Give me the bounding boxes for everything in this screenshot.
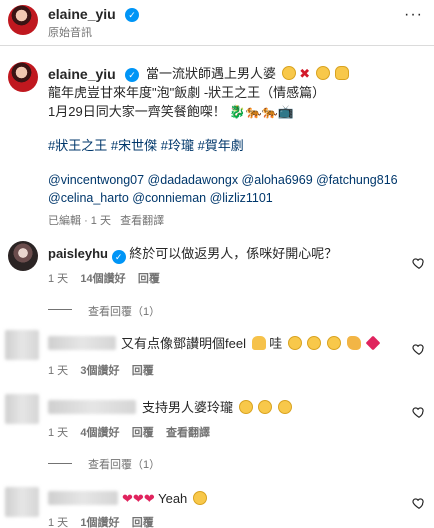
caption-line-3: 1月29日同大家一齊笑餐飽㗎！ 🐉🐅🐅📺 <box>48 102 294 121</box>
comment-likes[interactable]: 14個讚好 <box>80 273 125 285</box>
caption-avatar[interactable] <box>8 62 38 92</box>
clap-icon <box>346 336 361 350</box>
tv-emoji-icon: 📺 <box>277 104 295 119</box>
comment-likes[interactable]: 3個讚好 <box>80 365 119 377</box>
comment-1-meta: 1 天 14個讚好 回覆 <box>48 270 160 286</box>
comment-2-meta: 1 天 3個讚好 回覆 <box>48 362 154 378</box>
reply-button[interactable]: 回覆 <box>132 365 154 377</box>
comment-avatar[interactable] <box>8 241 38 271</box>
comment-likes[interactable]: 4個讚好 <box>80 427 119 439</box>
blurred-avatar <box>5 394 39 424</box>
translate-link[interactable]: 查看翻譯 <box>166 427 210 439</box>
caption-line-2: 龍年虎豈甘來年度"泡"飯劇 -狀王之王（情感篇） <box>48 85 326 100</box>
verified-badge-icon: ✓ <box>111 250 126 264</box>
comment-likes[interactable]: 1個讚好 <box>80 517 119 528</box>
meta-separator: · <box>84 215 88 227</box>
reply-button[interactable]: 回覆 <box>132 517 154 528</box>
caption-line-1-text: 當一流狀師遇上男人婆 <box>146 66 277 81</box>
dragon-emoji-icon: 🐉 <box>229 104 246 119</box>
like-heart-icon[interactable] <box>412 342 426 356</box>
like-heart-icon[interactable] <box>412 256 426 270</box>
heart-emoji-icon: ❤ <box>132 491 144 506</box>
caption-hashtags: #狀王之王 #宋世傑 #玲瓏 #賀年劇 <box>48 136 244 155</box>
verified-badge-icon: ✓ <box>125 8 139 22</box>
like-heart-icon[interactable] <box>412 405 426 419</box>
caption-username[interactable]: elaine_yiu <box>48 66 116 82</box>
comment-text: 又有点像鄧讃明個feel <box>121 336 246 351</box>
smiling-emoji-icon <box>192 491 207 505</box>
tiger-emoji-icon: 🐅 <box>245 104 262 119</box>
replies-line <box>48 463 72 464</box>
hashtag-link[interactable]: #賀年劇 <box>198 138 244 153</box>
more-options-icon[interactable]: ··· <box>404 6 423 24</box>
comment-time[interactable]: 1 天 <box>48 365 68 377</box>
reply-button[interactable]: 回覆 <box>138 273 160 285</box>
header-divider <box>0 45 434 46</box>
blurred-avatar <box>5 330 39 360</box>
view-replies-button[interactable]: 查看回覆（1） <box>88 456 160 472</box>
comment-text: 支持男人婆玲瓏 <box>142 400 234 415</box>
heart-emoji-icon <box>365 335 381 351</box>
hashtag-link[interactable]: #玲瓏 <box>161 138 194 153</box>
header-audio-subtitle[interactable]: 原始音訊 <box>48 24 92 40</box>
header-username[interactable]: elaine_yiu <box>48 6 116 22</box>
face-emoji-icon <box>307 336 322 350</box>
lightbulb-emoji-icon <box>335 66 350 80</box>
like-heart-icon[interactable] <box>412 496 426 510</box>
face-emoji-icon <box>315 66 330 80</box>
face-emoji-icon <box>287 336 302 350</box>
blurred-username <box>48 336 116 350</box>
comment-tail: 哇 <box>269 336 283 351</box>
comment-time[interactable]: 1 天 <box>48 273 68 285</box>
translate-link[interactable]: 查看翻譯 <box>120 215 164 227</box>
cross-mark-icon: ✖ <box>299 66 311 81</box>
laughing-emoji-icon <box>258 400 273 414</box>
reply-button[interactable]: 回覆 <box>132 427 154 439</box>
comment-4: ❤❤❤ Yeah <box>122 489 207 508</box>
heart-emoji-icon: ❤ <box>122 491 133 506</box>
comment-time[interactable]: 1 天 <box>48 427 68 439</box>
caption-meta: 已編輯 · 1 天 查看翻譯 <box>48 212 164 228</box>
replies-line <box>48 309 72 310</box>
caption-time[interactable]: 1 天 <box>91 215 111 227</box>
comment-1: paisleyhu ✓ 終於可以做返男人，係咪好開心呢？ <box>48 244 338 264</box>
blurred-username <box>48 491 118 505</box>
blurred-username <box>48 400 136 414</box>
blurred-avatar <box>5 487 39 517</box>
tiger-emoji-icon: 🐅 <box>261 104 278 119</box>
header-avatar[interactable] <box>8 5 38 35</box>
thumbs-up-icon <box>251 336 266 350</box>
caption-line-1: 當一流狀師遇上男人婆 ✖ <box>146 64 350 83</box>
caption-verified-icon: ✓ <box>125 68 139 82</box>
edited-label: 已編輯 <box>48 215 81 227</box>
comment-text: Yeah <box>158 491 188 506</box>
comment-3: 支持男人婆玲瓏 <box>142 398 292 417</box>
hashtag-link[interactable]: #狀王之王 <box>48 138 107 153</box>
comment-2: 又有点像鄧讃明個feel 哇 <box>121 334 381 353</box>
hashtag-link[interactable]: #宋世傑 <box>111 138 157 153</box>
caption-line-3-text: 1月29日同大家一齊笑餐飽㗎！ <box>48 104 226 119</box>
face-emoji-icon <box>327 336 342 350</box>
caption-mentions-1[interactable]: @vincentwong07 @dadadawongx @aloha6969 @… <box>48 171 398 190</box>
comment-text: 終於可以做返男人，係咪好開心呢？ <box>129 246 338 261</box>
comment-username[interactable]: paisleyhu <box>48 246 108 261</box>
comment-4-meta: 1 天 1個讚好 回覆 <box>48 514 154 528</box>
laughing-emoji-icon <box>238 400 253 414</box>
view-replies-button[interactable]: 查看回覆（1） <box>88 303 160 319</box>
comment-3-meta: 1 天 4個讚好 回覆 查看翻譯 <box>48 424 210 440</box>
laughing-emoji-icon <box>277 400 292 414</box>
caption-mentions-2[interactable]: @celina_harto @connieman @lizliz1101 <box>48 189 273 208</box>
heart-emoji-icon: ❤ <box>143 491 155 506</box>
comment-time[interactable]: 1 天 <box>48 517 68 528</box>
face-emoji-icon <box>281 66 296 80</box>
